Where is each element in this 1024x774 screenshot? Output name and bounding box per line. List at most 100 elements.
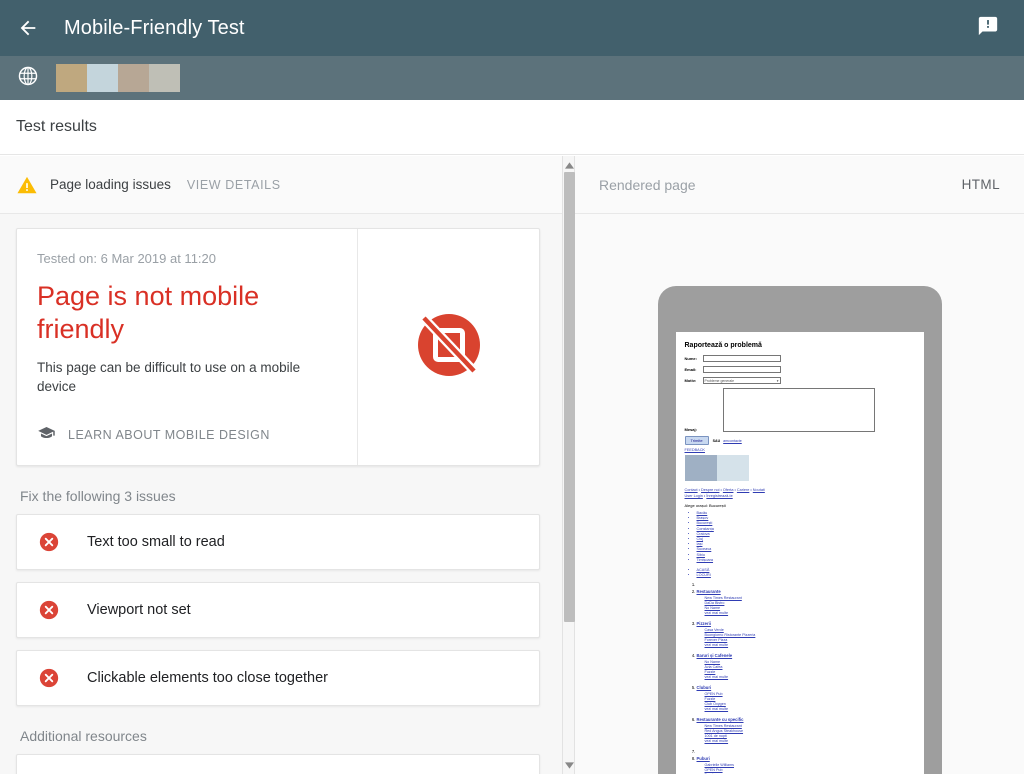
rendered-more-link[interactable]: vezi mai multe [705,611,917,616]
summary-card-body: Tested on: 6 Mar 2019 at 11:20 Page is n… [17,229,357,465]
back-button[interactable] [0,0,56,56]
view-details-button[interactable]: VIEW DETAILS [187,178,281,192]
chevron-down-icon: ▾ [777,379,779,383]
url-redacted-value[interactable] [56,64,180,92]
preview-pane: Rendered page HTML Raportează o problemă… [575,156,1024,774]
rendered-city-item[interactable]: Timișoara [697,558,917,563]
rendered-submit-row: Trimite SAU amcontacte [685,436,917,445]
rendered-category-name[interactable]: Puburi [697,756,710,761]
rendered-category-list: Restaurante New Times Restaurant DaDa Bi… [697,582,917,774]
rendered-field-nume: Nume: [685,355,917,362]
rendered-nav-link[interactable]: Înregistrează-te [706,494,732,498]
rendered-category-items: Casa Verde Buongiorno Ristorante Pizzeri… [705,628,917,648]
rendered-category [697,582,917,587]
rendered-category: Cluburi OPEN Pub Fuzzle Club Oxygen vezi… [697,685,917,712]
rendered-menu-list: ACASĂ LOCURI [697,568,917,578]
issue-row-text-too-small[interactable]: Text too small to read [16,514,540,570]
test-results-heading: Test results [16,118,97,136]
learn-about-mobile-design-link[interactable]: LEARN ABOUT MOBILE DESIGN [37,423,270,447]
additional-resources-label: Additional resources [20,728,562,744]
rendered-redacted-blocks [685,455,917,481]
rendered-field-motiv: Motiv: Probleme generale ▾ [685,377,917,384]
tab-rendered-page[interactable]: Rendered page [599,177,696,193]
feedback-button[interactable] [964,0,1012,56]
rendered-category-items: OPEN Pub Fuzzle Club Oxygen vezi mai mul… [705,692,917,712]
rendered-form-title: Raportează o problemă [685,342,917,349]
globe-icon-wrap [0,56,56,100]
error-circle-icon [38,531,60,553]
rendered-category-name[interactable]: Pizzerii [697,621,711,626]
rendered-textarea[interactable] [723,388,875,432]
rendered-category: Baruri și Cafenele No Name Avia Cafea Fu… [697,653,917,680]
url-redaction-block-2 [87,64,118,92]
feedback-icon [977,15,999,42]
phone-mockup: Raportează o problemă Nume: Email: Motiv… [658,286,942,774]
page-loading-issues-strip: Page loading issues VIEW DETAILS [0,156,562,214]
rendered-category: Puburi Gabrielle Williams OPEN Pub Fuzzl… [697,756,917,774]
rendered-category-items: No Name Avia Cafea Fuzzle vezi mai multe [705,660,917,680]
learn-about-mobile-design-label: LEARN ABOUT MOBILE DESIGN [68,428,270,442]
tab-html[interactable]: HTML [962,177,1000,192]
app-bar: Mobile-Friendly Test [0,0,1024,56]
rendered-nav-link[interactable]: Oferta [723,488,734,492]
rendered-category-name[interactable]: Baruri și Cafenele [697,653,733,658]
error-circle-icon [38,599,60,621]
rendered-nav-link[interactable]: Despre noi [701,488,719,492]
rendered-more-link[interactable]: vezi mai multe [705,707,917,712]
rendered-field-email: Email: [685,366,917,373]
preview-tabs: Rendered page HTML [575,156,1024,214]
rendered-text-input[interactable] [703,366,781,373]
rendered-nav-link[interactable]: Cariere [737,488,749,492]
issues-section-label: Fix the following 3 issues [20,488,562,504]
rendered-submit-link[interactable]: amcontacte [723,439,742,443]
content-panes: Page loading issues VIEW DETAILS Tested … [0,156,1024,774]
issue-row-clickable-too-close[interactable]: Clickable elements too close together [16,650,540,706]
arrow-back-icon [17,17,39,39]
page-loading-issues-label: Page loading issues [50,177,171,192]
rendered-city-prompt: Alege orașul: București [685,503,917,508]
additional-resource-card[interactable] [16,754,540,774]
rendered-city-list: Bacău Brașov București Constanța Craiova… [697,511,917,563]
rendered-submit-button[interactable]: Trimite [685,436,709,445]
rendered-menu-item[interactable]: LOCURI [697,573,917,578]
rendered-category: Pizzerii Casa Verde Buongiorno Ristorant… [697,621,917,648]
rendered-more-link[interactable]: vezi mai multe [705,643,917,648]
rendered-redaction-block-2 [717,455,749,481]
rendered-category-name[interactable]: Restaurante [697,589,721,594]
summary-card: Tested on: 6 Mar 2019 at 11:20 Page is n… [16,228,540,466]
issue-row-viewport-not-set[interactable]: Viewport not set [16,582,540,638]
rendered-page-screenshot[interactable]: Raportează o problemă Nume: Email: Motiv… [676,332,924,774]
verdict-description: This page can be difficult to use on a m… [37,358,317,396]
rendered-feedback-link[interactable]: FEEDBACK [685,448,917,452]
rendered-category: Restaurante cu specific New Times Restau… [697,717,917,744]
error-circle-icon [38,667,60,689]
rendered-redaction-block-1 [685,455,717,481]
rendered-nav-link[interactable]: Noutati [753,488,765,492]
issue-label: Text too small to read [87,534,225,550]
rendered-select[interactable]: Probleme generale ▾ [703,377,781,384]
rendered-field-label: Email: [685,367,703,372]
rendered-select-value: Probleme generale [705,379,735,383]
rendered-category-name[interactable]: Restaurante cu specific [697,717,744,722]
results-scrollbar[interactable] [562,156,575,774]
scrollbar-thumb[interactable] [564,172,575,622]
rendered-nav-link[interactable]: User Login [685,494,703,498]
rendered-nav-account: User Login • Înregistrează-te [685,494,917,498]
issue-label: Viewport not set [87,602,191,618]
rendered-nav-primary: Contact • Despre noi • Oferta • Cariere … [685,488,917,492]
rendered-nav-link[interactable]: Contact [685,488,698,492]
rendered-field-label: Mesaj: [685,427,703,432]
globe-icon [17,65,39,92]
verdict-text: Page is not mobile friendly [37,280,307,346]
rendered-text-input[interactable] [703,355,781,362]
rendered-submit-note: SAU [713,439,721,443]
summary-status-illustration [357,229,539,465]
url-bar[interactable] [0,56,1024,100]
rendered-category-name[interactable]: Cluburi [697,685,712,690]
url-redaction-block-4 [149,64,180,92]
rendered-more-link[interactable]: vezi mai multe [705,675,917,680]
rendered-category [697,749,917,754]
rendered-more-link[interactable]: vezi mai multe [705,739,917,744]
rendered-field-label: Nume: [685,356,703,361]
url-redaction-block-1 [56,64,87,92]
